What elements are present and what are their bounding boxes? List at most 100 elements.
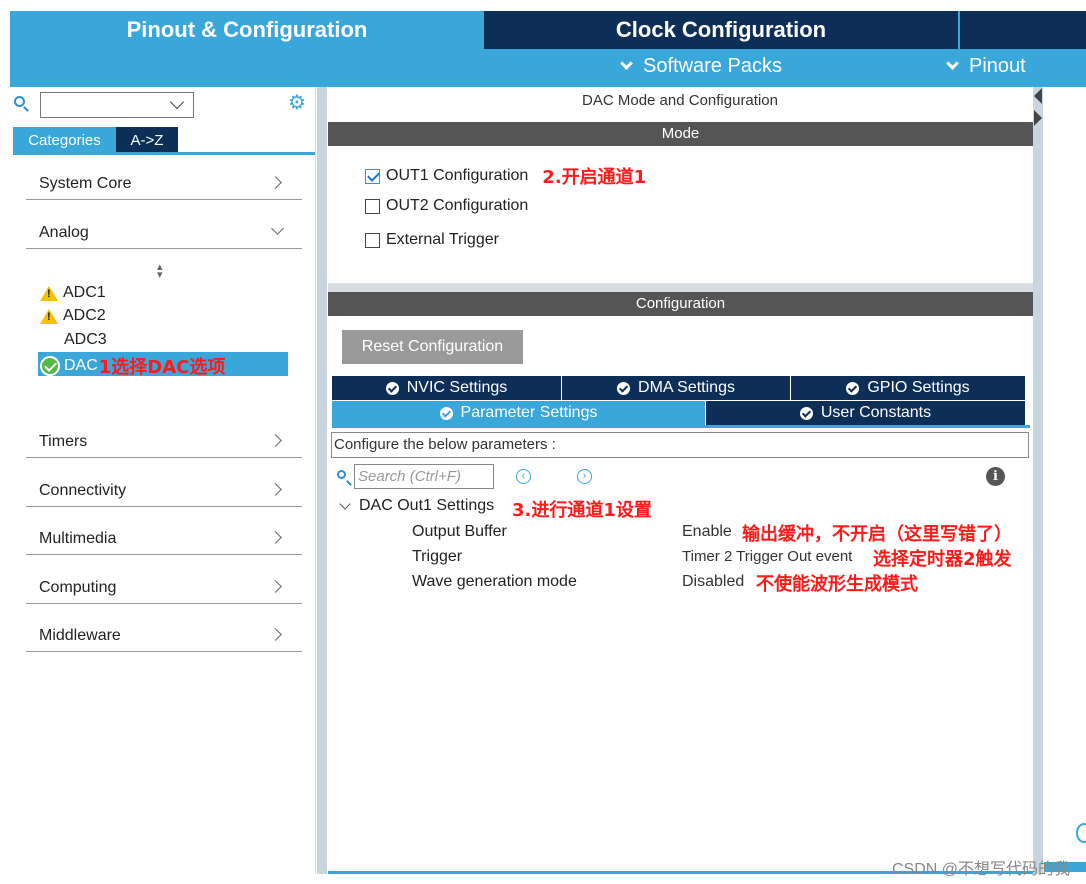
category-label: Timers <box>39 433 88 450</box>
param-trigger-value[interactable]: Timer 2 Trigger Out event <box>682 548 852 565</box>
reset-configuration-button[interactable]: Reset Configuration <box>342 330 523 364</box>
annotation-channel1-settings: 3.进行通道1设置 <box>512 500 652 521</box>
panel-splitter[interactable] <box>317 87 327 874</box>
tab-gpio-settings[interactable]: GPIO Settings <box>791 376 1025 400</box>
checkbox-checked[interactable] <box>365 168 380 184</box>
checkbox-label: OUT1 Configuration <box>386 167 529 184</box>
check-circle-icon <box>40 356 60 376</box>
tab-label: User Constants <box>820 404 932 421</box>
watermark: CSDN @不想写代码的我 <box>891 861 1070 878</box>
category-multimedia[interactable]: Multimedia <box>26 521 302 555</box>
configure-description: Configure the below parameters : <box>331 432 1029 458</box>
search-icon <box>14 96 34 116</box>
tab-pinout-configuration[interactable]: Pinout & Configuration <box>10 11 484 49</box>
chevron-down-icon[interactable] <box>339 498 351 510</box>
software-packs-label: Software Packs <box>643 55 782 77</box>
tab-a-z[interactable]: A->Z <box>116 127 178 153</box>
chevron-right-icon <box>269 434 282 447</box>
out1-configuration-checkbox[interactable]: OUT1 Configuration 2.开启通道1 <box>365 163 646 189</box>
checkbox-label: External Trigger <box>386 231 499 248</box>
category-label: System Core <box>39 175 132 192</box>
checkbox-unchecked[interactable] <box>365 232 380 248</box>
category-label: Multimedia <box>39 530 117 547</box>
annotation-trigger: 选择定时器2触发 <box>873 549 1012 570</box>
category-analog[interactable]: Analog <box>26 215 302 249</box>
warning-icon <box>40 308 58 324</box>
param-wave-value[interactable]: Disabled <box>682 573 744 591</box>
tab-clock-configuration[interactable]: Clock Configuration <box>484 11 958 49</box>
tab-dma-settings[interactable]: DMA Settings <box>562 376 791 400</box>
annotation-enable-channel1: 2.开启通道1 <box>542 167 647 188</box>
configuration-section-header: Configuration <box>328 292 1033 316</box>
peripheral-dac-content[interactable]: DAC 1选择DAC选项 <box>40 353 225 379</box>
next-icon[interactable]: › <box>577 469 592 484</box>
peripheral-label: DAC <box>64 357 98 374</box>
scroll-icon[interactable] <box>1076 823 1086 843</box>
category-connectivity[interactable]: Connectivity <box>26 473 302 507</box>
peripheral-adc1[interactable]: ADC1 <box>40 284 106 302</box>
param-output-buffer-label: Output Buffer <box>412 523 507 540</box>
annotation-wave: 不使能波形生成模式 <box>756 574 918 595</box>
annotation-select-dac: 1选择DAC选项 <box>98 357 226 378</box>
section-divider <box>328 283 1033 292</box>
annotation-output-buffer: 输出缓冲，不开启（这里写错了） <box>742 524 1012 545</box>
category-middleware[interactable]: Middleware <box>26 618 302 652</box>
peripheral-label: ADC2 <box>63 307 106 324</box>
chevron-down-icon <box>271 222 284 235</box>
out2-configuration-checkbox[interactable]: OUT2 Configuration <box>365 197 528 215</box>
external-trigger-checkbox[interactable]: External Trigger <box>365 231 499 249</box>
right-splitter[interactable] <box>1033 87 1043 874</box>
dac-out1-settings-group[interactable]: DAC Out1 Settings <box>359 497 494 515</box>
chevron-right-icon <box>269 628 282 641</box>
sort-icon[interactable]: ▴ ▾ <box>157 262 163 281</box>
collapse-right-icon[interactable] <box>1034 110 1042 126</box>
tab-underline <box>332 425 1030 428</box>
previous-icon[interactable]: ‹ <box>516 469 531 484</box>
chevron-right-icon <box>269 176 282 189</box>
param-wave-label: Wave generation mode <box>412 573 577 590</box>
tab-nvic-settings[interactable]: NVIC Settings <box>332 376 562 400</box>
parameter-search-input[interactable]: Search (Ctrl+F) <box>354 464 494 489</box>
check-circle-icon <box>385 381 399 395</box>
param-output-buffer-value[interactable]: Enable <box>682 523 732 541</box>
tab-parameter-settings[interactable]: Parameter Settings <box>332 401 706 425</box>
chevron-right-icon <box>269 531 282 544</box>
tab-user-constants[interactable]: User Constants <box>706 401 1025 425</box>
pinout-menu-label: Pinout <box>969 55 1026 77</box>
check-circle-icon <box>799 406 813 420</box>
category-label: Analog <box>39 224 89 241</box>
checkbox-label: OUT2 Configuration <box>386 197 529 214</box>
category-label: Middleware <box>39 627 121 644</box>
chevron-right-icon <box>269 580 282 593</box>
category-timers[interactable]: Timers <box>26 424 302 458</box>
peripheral-adc2[interactable]: ADC2 <box>40 307 106 325</box>
param-trigger-label: Trigger <box>412 548 463 565</box>
search-icon <box>337 470 351 484</box>
category-system-core[interactable]: System Core <box>26 166 302 200</box>
collapse-left-icon[interactable] <box>1034 88 1042 104</box>
peripheral-label: ADC3 <box>64 331 107 348</box>
category-label: Connectivity <box>39 482 127 499</box>
chevron-down-icon <box>946 57 959 70</box>
checkbox-unchecked[interactable] <box>365 198 380 214</box>
info-icon[interactable]: i <box>986 467 1005 486</box>
top-navigation-bar: Pinout & Configuration Clock Configurati… <box>10 11 1086 87</box>
category-computing[interactable]: Computing <box>26 570 302 604</box>
tab-label: GPIO Settings <box>867 379 970 396</box>
peripheral-adc3[interactable]: ADC3 <box>64 331 107 349</box>
software-packs-menu[interactable]: Software Packs <box>620 55 782 78</box>
check-circle-icon <box>617 381 631 395</box>
tab-label: NVIC Settings <box>406 379 508 396</box>
tab-label: Parameter Settings <box>460 404 598 421</box>
search-combo[interactable] <box>40 92 194 118</box>
chevron-right-icon <box>269 483 282 496</box>
tab-label: DMA Settings <box>638 379 735 396</box>
tab-categories[interactable]: Categories <box>13 127 116 153</box>
chevron-down-icon <box>620 57 633 70</box>
gear-icon[interactable]: ⚙ <box>288 93 308 113</box>
tab-extra[interactable] <box>958 11 1086 49</box>
pinout-menu[interactable]: Pinout <box>946 55 1026 78</box>
mode-section-header: Mode <box>328 122 1033 146</box>
tab-underline <box>13 152 315 155</box>
warning-icon <box>40 285 58 301</box>
